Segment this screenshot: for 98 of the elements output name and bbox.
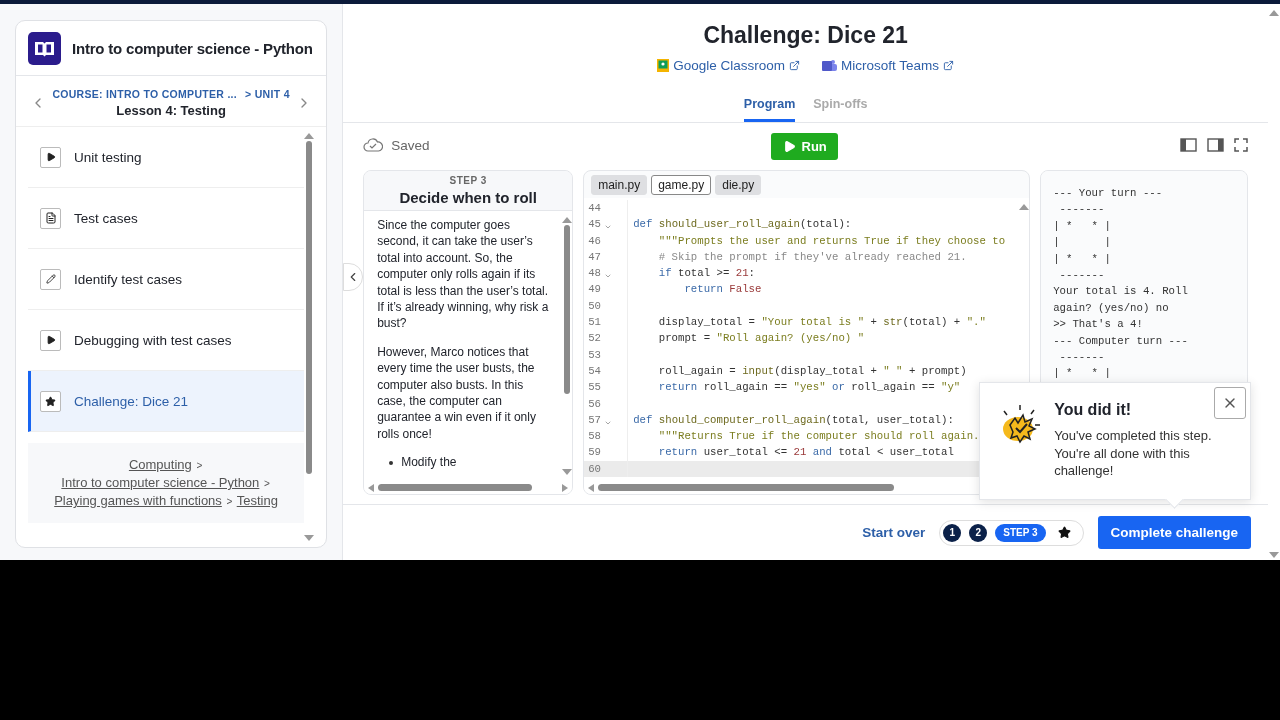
bullet-icon bbox=[389, 461, 394, 466]
instruction-bullet: Modify the bbox=[401, 454, 457, 471]
right-panel-layout-icon[interactable] bbox=[1207, 138, 1225, 152]
breadcrumb-separator: > bbox=[226, 496, 233, 507]
share-link[interactable]: Microsoft Teams bbox=[822, 58, 955, 73]
instruction-paragraph: Since the computer goes second, it can take the user’s total into account. So, the computer only rolls again if its total is less than the user’s total. If it’s already winning, why risk a bust? bbox=[377, 217, 550, 332]
output-line: | * * | bbox=[1053, 251, 1112, 267]
line-number: 45 bbox=[588, 217, 601, 233]
lesson-item[interactable]: Challenge: Dice 21 bbox=[28, 371, 305, 432]
output-line: | * * | bbox=[1053, 218, 1112, 234]
line-number: 51 bbox=[588, 315, 601, 331]
share-link[interactable]: Google Classroom bbox=[657, 58, 800, 73]
file-tab[interactable]: game.py bbox=[651, 175, 712, 195]
breadcrumb-link[interactable]: Testing bbox=[236, 493, 278, 508]
line-number: 44 bbox=[588, 201, 601, 216]
breadcrumb-link[interactable]: Playing games with functions bbox=[54, 493, 222, 508]
code-line: # Skip the prompt if they've already reached 21. bbox=[657, 249, 967, 265]
step-label: STEP 3 bbox=[448, 175, 488, 186]
code-line: return user_total <= 21 and total < user_total bbox=[657, 445, 954, 461]
output-line: --- Your turn --- bbox=[1053, 186, 1164, 201]
play-icon bbox=[45, 152, 56, 162]
step-indicator[interactable]: 2 bbox=[969, 523, 988, 542]
book-logo-icon bbox=[28, 31, 61, 65]
play-icon bbox=[782, 140, 796, 153]
tab[interactable]: Program bbox=[743, 97, 796, 122]
play-icon bbox=[45, 335, 56, 345]
complete-challenge-button[interactable]: Complete challenge bbox=[1097, 516, 1252, 549]
breadcrumb-link[interactable]: Computing bbox=[128, 457, 192, 472]
line-number: 60 bbox=[588, 461, 601, 477]
output-line: Your total is 4. Roll bbox=[1053, 284, 1189, 300]
code-line: prompt = "Roll again? (yes/no) " bbox=[657, 331, 865, 347]
save-status: Saved bbox=[391, 137, 430, 153]
external-link-icon bbox=[789, 60, 800, 71]
code-line: if total >= 21: bbox=[657, 266, 755, 282]
line-number: 54 bbox=[588, 363, 601, 379]
line-number: 49 bbox=[588, 282, 601, 298]
course-title: Intro to computer science - Python bbox=[72, 39, 313, 57]
line-number: 46 bbox=[588, 233, 601, 249]
line-number: 55 bbox=[588, 380, 601, 396]
output-line: --- Computer turn --- bbox=[1053, 333, 1189, 349]
line-number: 59 bbox=[588, 445, 601, 461]
output-line: again? (yes/no) no bbox=[1053, 300, 1170, 316]
output-line: | * * | bbox=[1053, 366, 1112, 382]
lesson-item-label: Debugging with test cases bbox=[74, 332, 232, 348]
step-indicator[interactable]: STEP 3 bbox=[995, 523, 1046, 542]
lesson-item-label: Challenge: Dice 21 bbox=[74, 393, 189, 409]
unit-link[interactable]: > UNIT 4 bbox=[245, 88, 290, 100]
close-button[interactable] bbox=[1214, 387, 1247, 419]
line-number: 56 bbox=[588, 396, 601, 412]
breadcrumb-link[interactable]: Intro to computer science - Python bbox=[61, 475, 260, 490]
step-indicator[interactable]: 1 bbox=[943, 523, 962, 542]
line-number: 48 bbox=[588, 266, 601, 282]
fullscreen-icon[interactable] bbox=[1234, 138, 1249, 152]
output-line: ------- bbox=[1058, 202, 1106, 218]
line-number: 57 bbox=[588, 412, 601, 428]
file-tab[interactable]: main.py bbox=[591, 175, 648, 195]
output-line: ------- bbox=[1058, 349, 1106, 365]
external-link-icon bbox=[943, 60, 955, 71]
scrollbar[interactable] bbox=[364, 481, 573, 494]
line-number: 50 bbox=[588, 298, 601, 314]
teams-icon bbox=[822, 59, 837, 72]
line-number: 47 bbox=[588, 249, 601, 265]
pencil-icon bbox=[45, 274, 56, 284]
output-line: ------- bbox=[1058, 267, 1106, 283]
star-icon[interactable] bbox=[1057, 526, 1071, 539]
lesson-item-label: Unit testing bbox=[74, 149, 142, 165]
start-over-link[interactable]: Start over bbox=[862, 525, 926, 540]
code-line: return False bbox=[683, 282, 762, 298]
line-number: 58 bbox=[588, 429, 601, 445]
challenge-title: Challenge: Dice 21 bbox=[703, 22, 908, 49]
toast-title: You did it! bbox=[1054, 401, 1132, 419]
star-icon bbox=[45, 395, 56, 407]
file-tab[interactable]: die.py bbox=[715, 175, 762, 195]
classroom-icon bbox=[657, 59, 670, 72]
code-line: display_total = "Your total is " + str(total) + "." bbox=[657, 315, 986, 331]
step-title: Decide when to roll bbox=[398, 189, 538, 206]
code-line: """Returns True if the computer should roll again. bbox=[657, 429, 980, 445]
code-line: def should_user_roll_again(total): bbox=[633, 217, 852, 233]
toast-message: You've completed this step. You're all done with this challenge! bbox=[1054, 427, 1213, 480]
output-line: >> That's a 4! bbox=[1053, 317, 1144, 333]
line-number: 52 bbox=[588, 331, 601, 347]
left-panel-layout-icon[interactable] bbox=[1180, 138, 1198, 152]
document-icon bbox=[44, 212, 57, 224]
instruction-paragraph: However, Marco notices that every time the user busts, the computer also busts. In this case, the computer can guarantee a win even if it only rolls once! bbox=[377, 343, 537, 443]
lesson-item-label: Identify test cases bbox=[74, 271, 183, 287]
course-link[interactable]: COURSE: INTRO TO COMPUTER ... bbox=[52, 88, 238, 100]
code-line: roll_again = input(display_total + " " + prompt) bbox=[657, 363, 967, 379]
output-line: | | bbox=[1053, 235, 1112, 251]
collapse-button[interactable] bbox=[343, 263, 364, 291]
breadcrumb-separator: > bbox=[196, 460, 203, 471]
lesson-title: Lesson 4: Testing bbox=[116, 103, 226, 118]
code-line: """Prompts the user and returns True if they choose to bbox=[657, 233, 1006, 249]
cloud-check-icon bbox=[363, 138, 384, 152]
code-line: return roll_again == "yes" or roll_again == "y" bbox=[657, 380, 961, 396]
breadcrumb-separator: > bbox=[263, 478, 270, 489]
line-number: 53 bbox=[588, 347, 601, 363]
code-line: def should_computer_roll_again(total, user_total): bbox=[633, 412, 954, 428]
lesson-item-label: Test cases bbox=[74, 210, 138, 226]
